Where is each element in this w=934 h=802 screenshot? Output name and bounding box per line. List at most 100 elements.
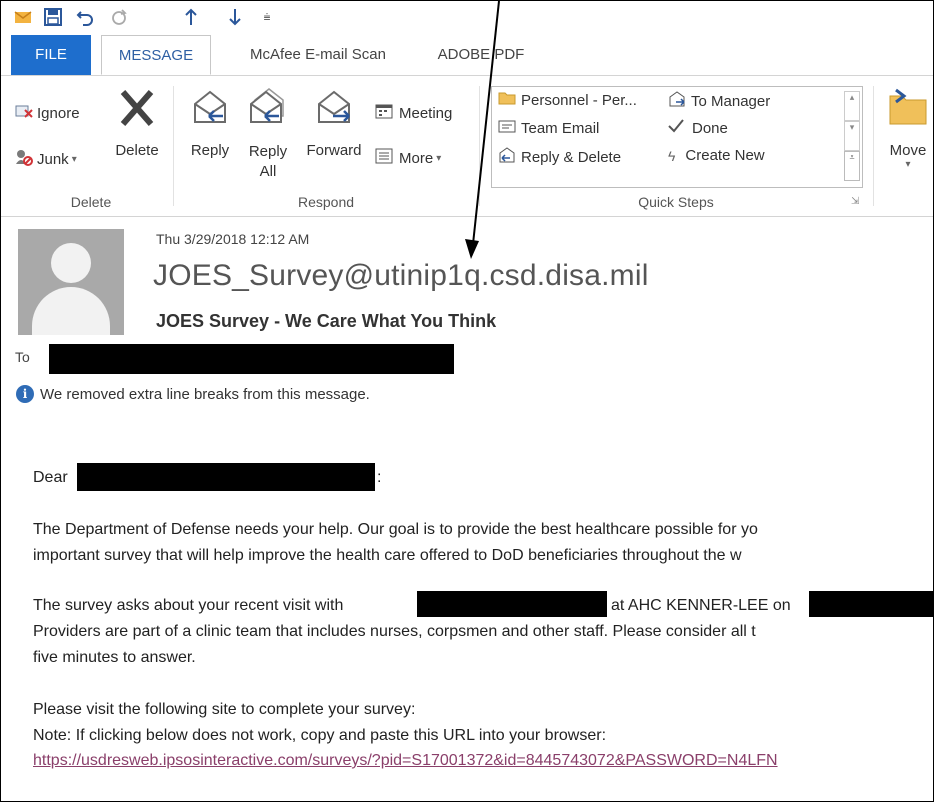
- redacted-recipient: [49, 344, 454, 374]
- gallery-scroll-up[interactable]: ▴: [844, 91, 860, 121]
- message-subject: JOES Survey - We Care What You Think: [156, 311, 497, 331]
- customize-icon[interactable]: ⩧: [257, 7, 277, 27]
- tab-file[interactable]: FILE: [11, 35, 91, 75]
- forward-label: Forward: [306, 142, 362, 159]
- quick-step-done[interactable]: Done: [668, 119, 728, 137]
- body-line: at AHC KENNER-LEE on: [611, 597, 791, 614]
- quick-step-label: Create New: [685, 147, 765, 164]
- body-line: Note: If clicking below does not work, c…: [33, 727, 607, 744]
- redacted-date: [809, 591, 933, 617]
- quick-step-reply-delete[interactable]: Reply & Delete: [498, 147, 621, 167]
- body-line: important survey that will help improve …: [33, 547, 742, 564]
- redacted-name: [77, 463, 375, 491]
- quick-step-label: Reply & Delete: [521, 148, 622, 166]
- outlook-window: ⩧ FILE MESSAGE McAfee E-mail Scan ADOBE …: [0, 0, 934, 802]
- up-arrow-icon[interactable]: [181, 7, 201, 27]
- reply-label: Reply: [190, 142, 230, 159]
- respond-group-label: Respond: [297, 194, 355, 210]
- redacted-provider: [417, 591, 607, 617]
- more-icon: [375, 148, 393, 168]
- quick-step-personnel[interactable]: Personnel - Per...: [498, 91, 637, 109]
- more-button[interactable]: More ▾: [375, 148, 441, 168]
- folder-icon: [498, 91, 516, 109]
- meeting-button[interactable]: Meeting: [375, 103, 452, 123]
- forward-mail-icon: [668, 91, 686, 111]
- to-label: To: [15, 349, 30, 365]
- quick-step-to-manager[interactable]: To Manager: [668, 91, 770, 111]
- body-line: The Department of Defense needs your hel…: [33, 521, 758, 538]
- body-line: five minutes to answer.: [33, 649, 196, 666]
- survey-link[interactable]: https://usdresweb.ipsosinteractive.com/s…: [33, 752, 778, 770]
- delete-group-label: Delete: [70, 194, 112, 210]
- gallery-scroll-down[interactable]: ▾: [844, 121, 860, 151]
- ignore-icon: [15, 103, 33, 123]
- greeting: Dear: [33, 469, 68, 487]
- body-line: The survey asks about your recent visit …: [33, 597, 344, 614]
- team-email-icon: [498, 119, 516, 137]
- ribbon-separator: [873, 86, 874, 206]
- quick-step-create-new[interactable]: ϟ Create New: [668, 147, 765, 164]
- more-dropdown-icon: ▾: [436, 152, 442, 164]
- ribbon-separator: [479, 86, 480, 206]
- quick-step-label: Done: [692, 119, 728, 137]
- lightning-icon: ϟ: [668, 147, 676, 164]
- undo-icon[interactable]: [75, 7, 95, 27]
- ignore-button[interactable]: Ignore: [15, 103, 80, 123]
- meeting-label: Meeting: [399, 104, 453, 122]
- gallery-expand[interactable]: ⩡: [844, 151, 860, 181]
- reply-all-icon: [241, 86, 295, 136]
- greeting-colon: :: [377, 469, 382, 486]
- move-button[interactable]: Move ▾: [881, 86, 933, 170]
- move-folder-icon: [881, 86, 933, 136]
- save-icon[interactable]: [43, 7, 63, 27]
- down-arrow-icon[interactable]: [225, 7, 245, 27]
- more-label: More: [399, 149, 434, 167]
- move-dropdown-icon: ▾: [905, 159, 911, 170]
- quick-step-team-email[interactable]: Team Email: [498, 119, 599, 137]
- move-label: Move: [889, 142, 927, 159]
- forward-button[interactable]: Forward: [301, 86, 367, 159]
- sender-avatar: [18, 229, 124, 335]
- quick-access-toolbar: ⩧: [1, 1, 933, 33]
- quick-steps-launcher-icon[interactable]: ⇲: [851, 196, 859, 207]
- sender-address[interactable]: JOES_Survey@utinip1q.csd.disa.mil: [153, 259, 649, 293]
- junk-button[interactable]: Junk ▾: [15, 148, 77, 170]
- reply-all-label-line2: All: [259, 163, 277, 180]
- checkmark-icon: [668, 119, 684, 137]
- info-bar[interactable]: i We removed extra line breaks from this…: [16, 385, 370, 403]
- delete-button[interactable]: Delete: [109, 86, 165, 159]
- delete-label: Delete: [115, 142, 159, 159]
- tab-mcafee[interactable]: McAfee E-mail Scan: [233, 35, 403, 75]
- info-icon: i: [16, 385, 34, 403]
- info-text: We removed extra line breaks from this m…: [40, 385, 370, 403]
- quick-step-label: Personnel - Per...: [521, 91, 637, 109]
- forward-icon: [301, 86, 367, 136]
- reply-all-label-line1: Reply: [248, 143, 288, 160]
- redo-icon[interactable]: [109, 7, 129, 27]
- mail-icon[interactable]: [13, 7, 33, 27]
- tab-message[interactable]: MESSAGE: [101, 35, 211, 75]
- body-line: Providers are part of a clinic team that…: [33, 623, 756, 640]
- ribbon-separator: [173, 86, 174, 206]
- reply-all-label: Reply All: [241, 142, 295, 182]
- reply-button[interactable]: Reply: [183, 86, 237, 159]
- avatar-head: [51, 243, 91, 283]
- quick-step-label: Team Email: [521, 119, 600, 137]
- reply-all-button[interactable]: Reply All: [241, 86, 295, 182]
- ignore-label: Ignore: [37, 104, 80, 122]
- message-date: Thu 3/29/2018 12:12 AM: [156, 231, 310, 247]
- ribbon-tabs: FILE MESSAGE McAfee E-mail Scan ADOBE PD…: [1, 35, 933, 76]
- tab-adobe-pdf[interactable]: ADOBE PDF: [426, 35, 536, 75]
- avatar-body: [32, 287, 110, 335]
- meeting-icon: [375, 103, 393, 123]
- junk-icon: [15, 148, 33, 170]
- greeting-text: Dear: [33, 469, 68, 486]
- reply-icon: [183, 86, 237, 136]
- quick-steps-group-label: Quick Steps: [638, 194, 714, 210]
- delete-x-icon: [109, 86, 165, 136]
- quick-steps-gallery: Personnel - Per... To Manager Team Email…: [491, 86, 863, 188]
- body-line: Please visit the following site to compl…: [33, 701, 416, 718]
- ribbon: Ignore Junk ▾ Delete Delete Reply Reply …: [1, 76, 933, 217]
- junk-dropdown-icon: ▾: [71, 153, 77, 165]
- reply-delete-icon: [498, 147, 516, 167]
